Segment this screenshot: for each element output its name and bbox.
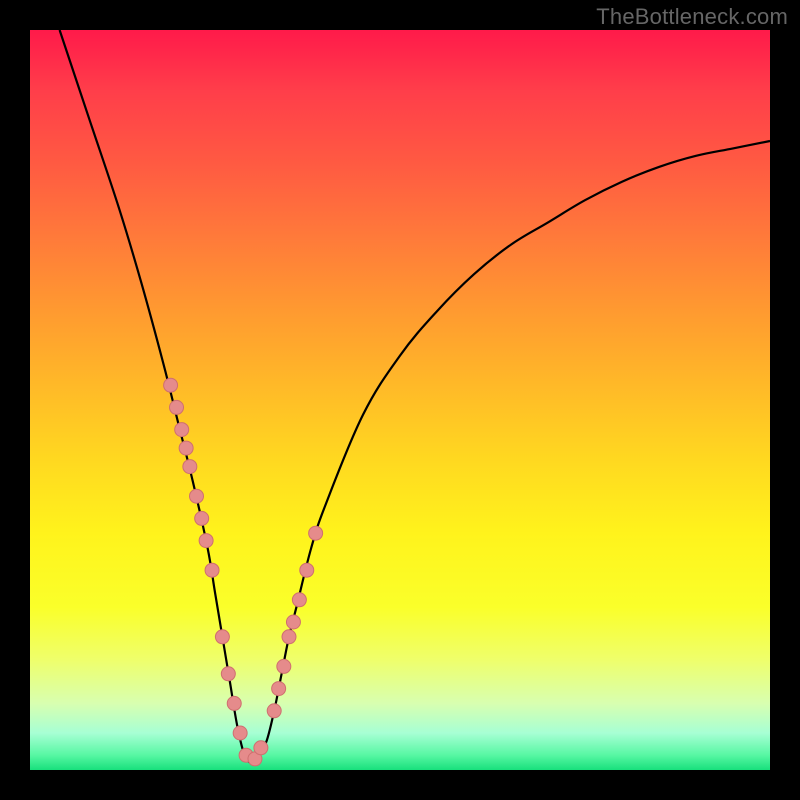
- sample-dot: [292, 593, 306, 607]
- sample-dot: [215, 630, 229, 644]
- watermark-label: TheBottleneck.com: [596, 4, 788, 30]
- sample-dot: [227, 696, 241, 710]
- sample-dot: [183, 460, 197, 474]
- sample-dot: [170, 400, 184, 414]
- sample-dot: [190, 489, 204, 503]
- sample-dot: [309, 526, 323, 540]
- sample-dot: [254, 741, 268, 755]
- plot-area: [30, 30, 770, 770]
- sample-dot: [286, 615, 300, 629]
- sample-dot: [205, 563, 219, 577]
- sample-dot: [233, 726, 247, 740]
- sample-dot: [175, 423, 189, 437]
- sample-dot: [277, 659, 291, 673]
- sample-dot: [164, 378, 178, 392]
- sample-dot: [282, 630, 296, 644]
- sample-dot: [300, 563, 314, 577]
- sample-dot: [195, 511, 209, 525]
- sample-dot: [221, 667, 235, 681]
- sample-dot: [179, 441, 193, 455]
- chart-frame: TheBottleneck.com: [0, 0, 800, 800]
- sample-dots: [164, 378, 323, 766]
- sample-dot: [199, 534, 213, 548]
- bottleneck-curve: [60, 30, 770, 763]
- curve-layer: [30, 30, 770, 770]
- sample-dot: [272, 682, 286, 696]
- sample-dot: [267, 704, 281, 718]
